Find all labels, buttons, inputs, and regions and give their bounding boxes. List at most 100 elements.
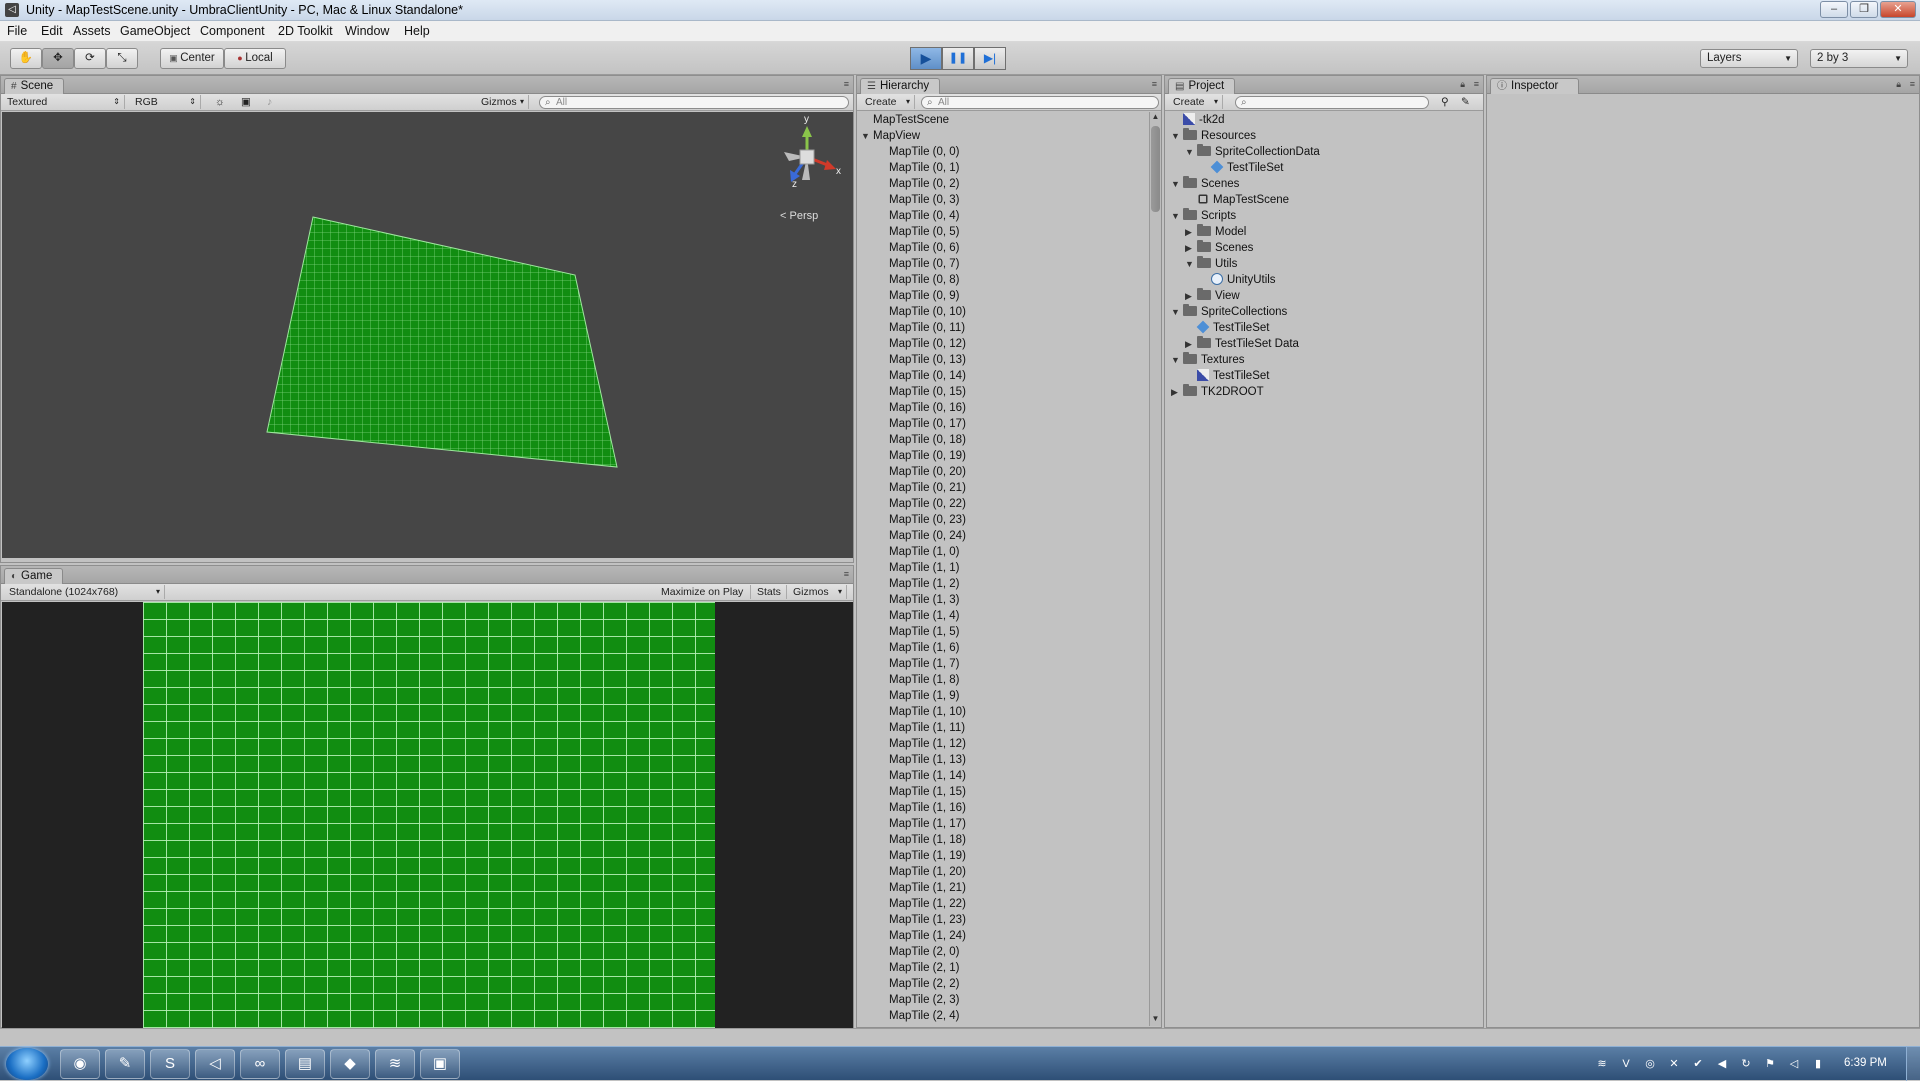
hand-tool-button[interactable]: ✋ — [10, 48, 42, 69]
hierarchy-item[interactable]: MapTile (1, 24) — [889, 928, 966, 944]
project-item[interactable]: TestTileSet — [1185, 320, 1269, 336]
scrollbar-thumb[interactable] — [1151, 126, 1160, 212]
hierarchy-item[interactable]: MapTile (1, 0) — [889, 544, 960, 560]
pivot-local-button[interactable]: ● Local — [224, 48, 286, 69]
hierarchy-item[interactable]: MapTile (0, 19) — [889, 448, 966, 464]
project-item[interactable]: ▶ View — [1185, 288, 1240, 304]
scale-tool-button[interactable]: ⤡ — [106, 48, 138, 69]
spotify-icon[interactable]: ≋ — [375, 1049, 415, 1079]
project-item[interactable]: TestTileSet — [1185, 368, 1269, 384]
hierarchy-item[interactable]: MapTile (1, 17) — [889, 816, 966, 832]
hierarchy-item[interactable]: MapTile (1, 2) — [889, 576, 960, 592]
hierarchy-item[interactable]: MapTile (1, 19) — [889, 848, 966, 864]
hierarchy-item[interactable]: MapTile (0, 1) — [889, 160, 960, 176]
tile-map-plane[interactable] — [266, 216, 618, 468]
hierarchy-item[interactable]: MapTile (0, 18) — [889, 432, 966, 448]
hierarchy-item[interactable]: MapTile (1, 15) — [889, 784, 966, 800]
expand-arrow-icon[interactable]: ▶ — [1185, 336, 1197, 352]
menu-component[interactable]: Component — [200, 24, 265, 38]
expand-arrow-icon[interactable]: ▼ — [1185, 144, 1197, 160]
shading-mode-dropdown[interactable]: Textured ⇕ — [3, 95, 125, 109]
hierarchy-item[interactable]: MapTile (1, 5) — [889, 624, 960, 640]
spotify-tray-icon[interactable]: ≋ — [1595, 1057, 1609, 1071]
tab-project[interactable]: ▤ Project — [1168, 78, 1236, 94]
expand-arrow-icon[interactable]: ▼ — [1171, 352, 1183, 368]
lock-icon[interactable]: 🔒︎ — [1896, 79, 1901, 90]
render-mode-dropdown[interactable]: RGB ⇕ — [131, 95, 201, 109]
hierarchy-item[interactable]: MapTile (1, 16) — [889, 800, 966, 816]
hierarchy-item[interactable]: MapTile (0, 4) — [889, 208, 960, 224]
scene-gizmos-dropdown[interactable]: Gizmos ▾ — [477, 95, 529, 109]
hierarchy-item[interactable]: MapTile (0, 20) — [889, 464, 966, 480]
project-item[interactable]: ▼ Utils — [1185, 256, 1237, 272]
shield-tray-icon[interactable]: V — [1619, 1057, 1633, 1071]
project-item[interactable]: ▼ SpriteCollectionData — [1185, 144, 1320, 160]
menu-help[interactable]: Help — [404, 24, 430, 38]
expand-arrow-icon[interactable]: ▶ — [1185, 224, 1197, 240]
hierarchy-item[interactable]: MapTile (0, 21) — [889, 480, 966, 496]
expand-arrow-icon[interactable]: ▶ — [1171, 384, 1183, 400]
panel-menu-icon[interactable]: ≡ — [1474, 79, 1479, 89]
expand-arrow-icon[interactable]: ▼ — [1171, 128, 1183, 144]
project-item[interactable]: TestTileSet — [1199, 160, 1283, 176]
filter-label-button[interactable]: ✎ — [1457, 95, 1475, 109]
close-button[interactable]: ✕ — [1880, 1, 1916, 18]
chrome-icon[interactable]: ◉ — [60, 1049, 100, 1079]
hierarchy-item[interactable]: MapTile (0, 22) — [889, 496, 966, 512]
perspective-label[interactable]: < Persp — [780, 210, 818, 222]
monodevelop-icon[interactable]: ▣ — [420, 1049, 460, 1079]
explorer-icon[interactable]: ▤ — [285, 1049, 325, 1079]
menu-assets[interactable]: Assets — [73, 24, 111, 38]
tab-scene[interactable]: # Scene — [4, 78, 65, 94]
tab-hierarchy[interactable]: ☰ Hierarchy — [860, 78, 941, 94]
project-item[interactable]: ▼ Scripts — [1171, 208, 1236, 224]
unity-icon[interactable]: ◁ — [195, 1049, 235, 1079]
project-item[interactable]: ▶ TK2DROOT — [1171, 384, 1264, 400]
hierarchy-create-dropdown[interactable]: Create ▾ — [861, 95, 915, 109]
hierarchy-item[interactable]: MapTile (2, 2) — [889, 976, 960, 992]
hierarchy-item[interactable]: MapTile (1, 9) — [889, 688, 960, 704]
project-item[interactable]: MapTestScene — [1185, 192, 1289, 208]
notepad-icon[interactable]: ✎ — [105, 1049, 145, 1079]
hierarchy-item[interactable]: MapTile (0, 0) — [889, 144, 960, 160]
hierarchy-item[interactable]: MapTile (2, 5) — [889, 1024, 960, 1026]
layout-dropdown[interactable]: 2 by 3 ▼ — [1810, 49, 1908, 68]
hierarchy-item[interactable]: MapTile (1, 13) — [889, 752, 966, 768]
filter-type-button[interactable]: ⚲ — [1437, 95, 1455, 109]
panel-menu-icon[interactable]: ≡ — [1152, 79, 1157, 89]
hierarchy-item[interactable]: MapTile (0, 9) — [889, 288, 960, 304]
expand-arrow-icon[interactable]: ▼ — [1171, 304, 1183, 320]
hierarchy-item[interactable]: MapTile (0, 7) — [889, 256, 960, 272]
hierarchy-item[interactable]: MapTile (1, 22) — [889, 896, 966, 912]
hierarchy-item[interactable]: MapTile (0, 12) — [889, 336, 966, 352]
hierarchy-item[interactable]: MapTile (0, 23) — [889, 512, 966, 528]
pause-button[interactable]: ❚❚ — [942, 47, 974, 70]
update-tray-icon[interactable]: ↻ — [1739, 1057, 1753, 1071]
play-button[interactable]: ▶ — [910, 47, 942, 70]
scene-orientation-gizmo[interactable]: y x z — [784, 114, 841, 190]
project-item[interactable]: UnityUtils — [1199, 272, 1276, 288]
hierarchy-item[interactable]: MapTile (1, 8) — [889, 672, 960, 688]
maximize-on-play-toggle[interactable]: Maximize on Play — [657, 585, 751, 599]
hierarchy-item[interactable]: MapTile (0, 3) — [889, 192, 960, 208]
hierarchy-search-input[interactable]: All — [921, 96, 1159, 109]
hierarchy-item[interactable]: MapTile (0, 11) — [889, 320, 965, 336]
stats-toggle[interactable]: Stats — [753, 585, 787, 599]
hierarchy-item[interactable]: MapTile (0, 13) — [889, 352, 966, 368]
scroll-down-icon[interactable]: ▼ — [1150, 1014, 1161, 1026]
tab-inspector[interactable]: ⓘ Inspector — [1490, 78, 1580, 94]
hierarchy-item[interactable]: MapTile (1, 23) — [889, 912, 966, 928]
hierarchy-item[interactable]: MapTile (1, 21) — [889, 880, 966, 896]
resolution-dropdown[interactable]: Standalone (1024x768) ▾ — [5, 585, 165, 599]
hierarchy-mapview-row[interactable]: ▼ MapView — [861, 128, 920, 144]
hierarchy-item[interactable]: MapTile (0, 6) — [889, 240, 960, 256]
git-icon[interactable]: ◆ — [330, 1049, 370, 1079]
lock-icon[interactable]: 🔒︎ — [1460, 79, 1465, 90]
project-item[interactable]: ▼ Scenes — [1171, 176, 1239, 192]
start-button[interactable] — [6, 1048, 48, 1080]
project-item[interactable]: ▼ SpriteCollections — [1171, 304, 1287, 320]
project-item[interactable]: ▼ Textures — [1171, 352, 1244, 368]
hierarchy-item[interactable]: MapTile (1, 4) — [889, 608, 960, 624]
hierarchy-item[interactable]: MapTile (1, 20) — [889, 864, 966, 880]
expand-arrow-icon[interactable]: ▼ — [861, 128, 873, 144]
